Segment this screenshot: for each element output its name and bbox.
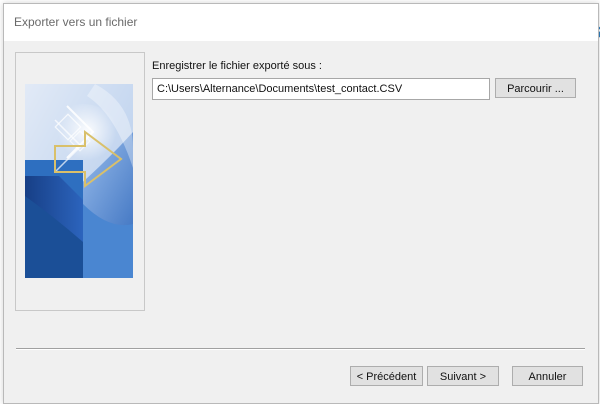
previous-button[interactable]: < Précédent	[350, 366, 423, 386]
save-as-label: Enregistrer le fichier exporté sous :	[152, 60, 322, 72]
wizard-side-panel	[15, 52, 145, 311]
dialog-titlebar: Exporter vers un fichier	[4, 4, 598, 41]
file-path-input[interactable]: C:\Users\Alternance\Documents\test_conta…	[152, 78, 490, 100]
next-button[interactable]: Suivant >	[427, 366, 499, 386]
cancel-button[interactable]: Annuler	[512, 366, 583, 386]
export-wizard-illustration	[25, 84, 133, 278]
export-dialog: Exporter vers un fichier Enregistrer le …	[3, 3, 599, 404]
dialog-title: Exporter vers un fichier	[14, 15, 138, 29]
footer-separator	[16, 348, 585, 350]
wizard-illustration-svg	[25, 84, 133, 278]
browse-button[interactable]: Parcourir ...	[495, 78, 576, 98]
